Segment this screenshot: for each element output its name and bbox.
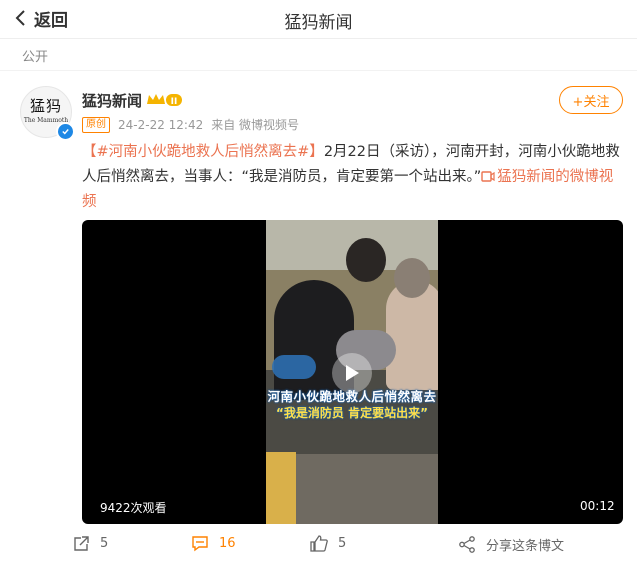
thumbs-up-icon [310, 535, 328, 552]
verified-badge-icon [56, 122, 75, 141]
post-source: 来自 微博视频号 [211, 118, 300, 132]
level-badge-text: II [171, 97, 178, 107]
repost-button[interactable]: 5 [72, 535, 108, 552]
repost-icon [74, 536, 89, 551]
follow-button[interactable]: +关注 [559, 86, 623, 114]
visibility-label: 公开 [22, 50, 49, 65]
view-count: 9422次观看 [100, 501, 167, 515]
crown-level-icon: II [147, 94, 182, 107]
comment-count: 16 [219, 536, 236, 551]
share-label: 分享这条博文 [486, 539, 565, 554]
repost-count: 5 [100, 536, 109, 551]
comment-icon [192, 536, 208, 552]
avatar-logo-text: 猛犸 [29, 97, 62, 115]
video-duration: 00:12 [580, 499, 615, 513]
play-button[interactable] [332, 353, 372, 393]
post-text: 【#河南小伙跪地救人后悄然离去#】2月22日（采访），河南开封，河南小伙跪地救人… [82, 140, 622, 215]
divider [0, 70, 637, 71]
top-nav-bar: 返回 猛犸新闻 [0, 0, 637, 39]
like-button[interactable]: 5 [310, 535, 346, 552]
original-tag: 原创 [82, 116, 110, 133]
video-icon [481, 171, 495, 182]
video-player[interactable]: 河南小伙跪地救人后悄然离去 “我是消防员 肯定要站出来” 9422次观看 00:… [82, 220, 623, 524]
post-meta: 原创 24-2-22 12:42 来自 微博视频号 [82, 116, 299, 133]
video-caption-line2: “我是消防员 肯定要站出来” [276, 406, 428, 420]
action-bar: 5 16 5 分享这条博文 [0, 535, 637, 557]
share-icon [459, 536, 475, 553]
topic-link[interactable]: 【#河南小伙跪地救人后悄然离去#】 [82, 144, 324, 160]
comment-button[interactable]: 16 [191, 535, 236, 552]
play-icon [346, 365, 359, 381]
page-title: 猛犸新闻 [284, 13, 353, 33]
post-time[interactable]: 24-2-22 12:42 [118, 118, 203, 132]
like-count: 5 [338, 536, 347, 551]
share-button[interactable]: 分享这条博文 [458, 535, 564, 554]
author-name[interactable]: 猛犸新闻 [82, 90, 142, 111]
